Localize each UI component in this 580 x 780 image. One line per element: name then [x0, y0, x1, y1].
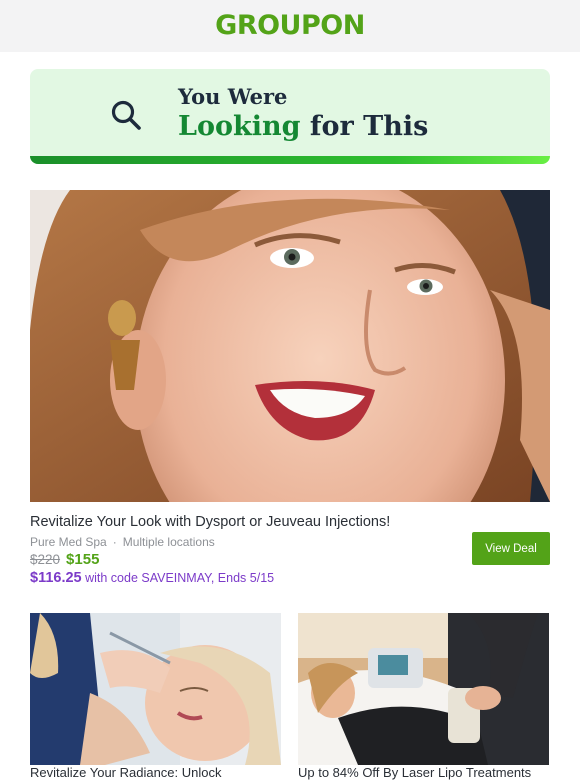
- featured-deal-prices: $220 $155: [30, 551, 99, 568]
- injection-treatment-photo: [30, 613, 281, 765]
- original-price: $220: [30, 552, 61, 567]
- merchant-separator: ·: [112, 535, 117, 549]
- banner-line-2: Looking for This: [178, 111, 428, 142]
- email-header: GROUPON: [0, 0, 580, 52]
- deal-card-title-1[interactable]: Revitalize Your Radiance: Unlock: [30, 765, 282, 780]
- laser-treatment-photo: [298, 613, 549, 765]
- deal-card-image-2[interactable]: [298, 613, 549, 765]
- groupon-logo[interactable]: GROUPON: [0, 10, 580, 41]
- banner-highlight: Looking: [178, 111, 301, 142]
- view-deal-button[interactable]: View Deal: [472, 532, 550, 565]
- you-were-looking-banner: You Were Looking for This: [30, 69, 550, 164]
- promo-text: with code SAVEINMAY, Ends 5/15: [85, 571, 275, 585]
- merchant-location: Multiple locations: [122, 535, 215, 549]
- deal-price: $155: [66, 551, 100, 568]
- promo-price: $116.25: [30, 570, 82, 586]
- search-icon: [111, 100, 141, 130]
- merchant-name: Pure Med Spa: [30, 535, 107, 549]
- banner-gradient-bar: [30, 156, 550, 164]
- woman-smiling-photo: [30, 190, 550, 502]
- banner-line-1: You Were: [178, 84, 288, 109]
- featured-deal-merchant: Pure Med Spa · Multiple locations: [30, 535, 215, 549]
- deal-card-image-1[interactable]: [30, 613, 281, 765]
- featured-deal-title[interactable]: Revitalize Your Look with Dysport or Jeu…: [30, 514, 390, 530]
- deal-card-title-2[interactable]: Up to 84% Off By Laser Lipo Treatments: [298, 765, 550, 780]
- promo-line: $116.25 with code SAVEINMAY, Ends 5/15: [30, 570, 274, 586]
- featured-deal-image[interactable]: [30, 190, 550, 502]
- banner-line-2-rest: for This: [309, 111, 429, 142]
